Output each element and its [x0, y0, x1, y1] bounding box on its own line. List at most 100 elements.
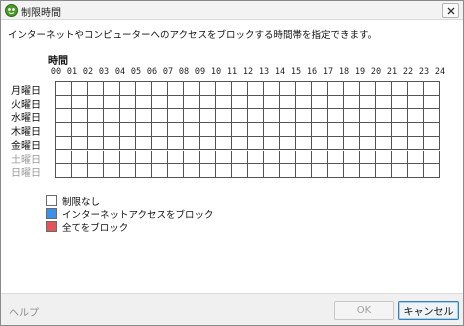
grid-cell[interactable]	[168, 150, 184, 165]
grid-cell[interactable]	[392, 136, 408, 151]
grid-cell[interactable]	[248, 109, 264, 124]
grid-cell[interactable]	[264, 136, 280, 151]
grid-cell[interactable]	[168, 136, 184, 151]
grid-cell[interactable]	[296, 150, 312, 165]
grid-cell[interactable]	[216, 82, 232, 96]
grid-cell[interactable]	[424, 150, 440, 165]
grid-cell[interactable]	[264, 95, 280, 110]
grid-cell[interactable]	[376, 109, 392, 124]
grid-cell[interactable]	[168, 109, 184, 124]
grid-cell[interactable]	[56, 136, 72, 151]
grid-cell[interactable]	[392, 109, 408, 124]
grid-cell[interactable]	[408, 109, 424, 124]
grid-cell[interactable]	[376, 136, 392, 151]
grid-cell[interactable]	[56, 95, 72, 110]
grid-cell[interactable]	[120, 123, 136, 137]
grid-cell[interactable]	[248, 82, 264, 96]
grid-cell[interactable]	[72, 109, 88, 124]
grid-cell[interactable]	[152, 136, 168, 151]
grid-cell[interactable]	[312, 150, 328, 165]
grid-cell[interactable]	[136, 123, 152, 137]
grid-cell[interactable]	[264, 150, 280, 165]
grid-cell[interactable]	[232, 164, 248, 178]
grid-cell[interactable]	[232, 95, 248, 110]
grid-cell[interactable]	[120, 109, 136, 124]
grid-cell[interactable]	[312, 82, 328, 96]
grid-cell[interactable]	[152, 150, 168, 165]
grid-cell[interactable]	[312, 136, 328, 151]
grid-cell[interactable]	[376, 82, 392, 96]
grid-cell[interactable]	[200, 164, 216, 178]
grid-cell[interactable]	[280, 136, 296, 151]
grid-cell[interactable]	[104, 109, 120, 124]
grid-cell[interactable]	[216, 164, 232, 178]
grid-cell[interactable]	[424, 136, 440, 151]
grid-cell[interactable]	[136, 150, 152, 165]
grid-cell[interactable]	[104, 123, 120, 137]
grid-cell[interactable]	[200, 123, 216, 137]
grid-cell[interactable]	[376, 150, 392, 165]
grid-cell[interactable]	[56, 164, 72, 178]
grid-cell[interactable]	[136, 95, 152, 110]
grid-cell[interactable]	[312, 164, 328, 178]
schedule-grid[interactable]	[55, 81, 440, 178]
grid-cell[interactable]	[88, 164, 104, 178]
grid-cell[interactable]	[200, 109, 216, 124]
grid-cell[interactable]	[232, 123, 248, 137]
grid-cell[interactable]	[376, 164, 392, 178]
grid-cell[interactable]	[328, 109, 344, 124]
grid-cell[interactable]	[424, 82, 440, 96]
grid-cell[interactable]	[344, 82, 360, 96]
grid-cell[interactable]	[344, 109, 360, 124]
grid-cell[interactable]	[56, 109, 72, 124]
grid-cell[interactable]	[216, 136, 232, 151]
grid-cell[interactable]	[88, 109, 104, 124]
grid-cell[interactable]	[344, 164, 360, 178]
grid-cell[interactable]	[216, 123, 232, 137]
grid-cell[interactable]	[120, 136, 136, 151]
grid-cell[interactable]	[408, 95, 424, 110]
grid-cell[interactable]	[424, 164, 440, 178]
grid-cell[interactable]	[328, 164, 344, 178]
grid-cell[interactable]	[376, 95, 392, 110]
grid-cell[interactable]	[328, 150, 344, 165]
grid-cell[interactable]	[312, 95, 328, 110]
grid-cell[interactable]	[392, 123, 408, 137]
grid-cell[interactable]	[280, 95, 296, 110]
grid-cell[interactable]	[168, 95, 184, 110]
grid-cell[interactable]	[136, 136, 152, 151]
grid-cell[interactable]	[184, 95, 200, 110]
grid-cell[interactable]	[136, 82, 152, 96]
grid-cell[interactable]	[104, 164, 120, 178]
grid-cell[interactable]	[72, 82, 88, 96]
grid-cell[interactable]	[184, 109, 200, 124]
grid-cell[interactable]	[248, 95, 264, 110]
grid-cell[interactable]	[360, 109, 376, 124]
grid-cell[interactable]	[184, 164, 200, 178]
grid-cell[interactable]	[280, 164, 296, 178]
grid-cell[interactable]	[120, 164, 136, 178]
grid-cell[interactable]	[216, 109, 232, 124]
grid-cell[interactable]	[296, 136, 312, 151]
grid-cell[interactable]	[200, 95, 216, 110]
grid-cell[interactable]	[200, 136, 216, 151]
grid-cell[interactable]	[232, 136, 248, 151]
grid-cell[interactable]	[152, 123, 168, 137]
grid-cell[interactable]	[104, 136, 120, 151]
grid-cell[interactable]	[104, 95, 120, 110]
grid-cell[interactable]	[376, 123, 392, 137]
grid-cell[interactable]	[280, 123, 296, 137]
grid-cell[interactable]	[136, 109, 152, 124]
grid-cell[interactable]	[344, 150, 360, 165]
grid-cell[interactable]	[328, 136, 344, 151]
grid-cell[interactable]	[280, 109, 296, 124]
grid-cell[interactable]	[88, 82, 104, 96]
grid-cell[interactable]	[168, 82, 184, 96]
grid-cell[interactable]	[72, 123, 88, 137]
grid-cell[interactable]	[56, 82, 72, 96]
grid-cell[interactable]	[88, 136, 104, 151]
grid-cell[interactable]	[200, 150, 216, 165]
grid-cell[interactable]	[168, 123, 184, 137]
grid-cell[interactable]	[120, 82, 136, 96]
grid-cell[interactable]	[248, 123, 264, 137]
